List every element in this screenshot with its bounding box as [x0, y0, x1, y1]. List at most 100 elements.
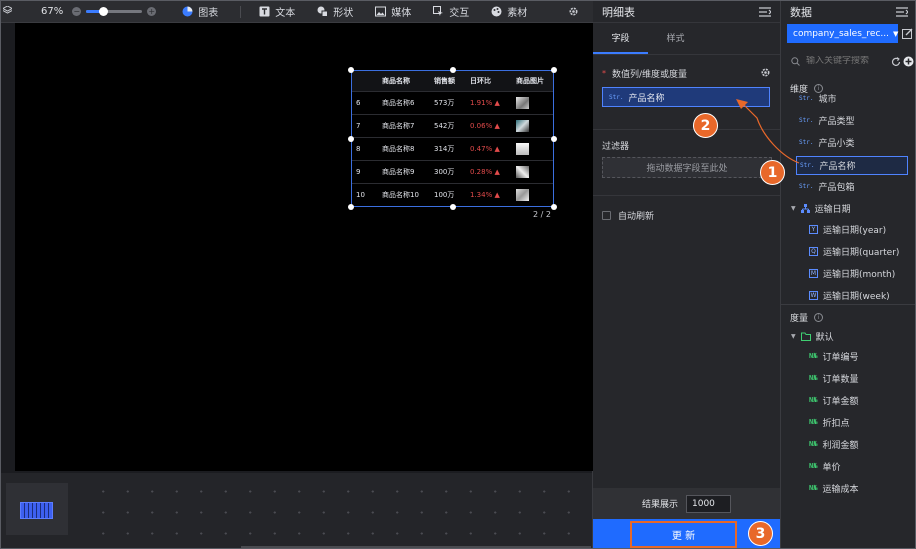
number-type-icon: N№ [809, 418, 818, 426]
toolbar-interact-label: 交互 [449, 8, 470, 19]
filter-title: 过滤器 [602, 142, 630, 152]
resize-handle-ml[interactable] [348, 136, 354, 142]
table-row[interactable]: 7 商品名称7 542万 0.06% ▲ [352, 113, 553, 137]
number-type-icon: N№ [809, 440, 818, 448]
row-change: 0.28% ▲ [466, 159, 512, 183]
auto-refresh-checkbox[interactable] [602, 211, 611, 220]
date-item-year[interactable]: Y 运输日期(year) [809, 221, 886, 237]
interact-icon [433, 6, 444, 16]
row-sales: 542万 [430, 113, 466, 137]
caret-down-icon: ▼ [791, 332, 796, 340]
collapse-panel-icon[interactable] [759, 6, 771, 17]
measure-item-shipping-cost[interactable]: N№ 运输成本 [809, 480, 858, 496]
page-strip [1, 473, 593, 548]
measure-item-profit[interactable]: N№ 利润金额 [809, 436, 858, 452]
toolbar-assets[interactable]: 素材 [491, 4, 527, 19]
row-image [512, 90, 553, 114]
measure-item-order-qty[interactable]: N№ 订单数量 [809, 370, 858, 386]
dot-grid [91, 481, 586, 543]
zoom-in-button[interactable]: + [147, 7, 157, 16]
layers-icon[interactable] [1, 5, 14, 15]
zoom-out-button[interactable]: − [72, 7, 82, 16]
mini-table-preview [20, 502, 53, 519]
auto-refresh-row[interactable]: 自动刷新 [602, 209, 654, 222]
page-thumbnail[interactable] [6, 483, 68, 535]
tab-fields[interactable]: 字段 [593, 31, 648, 54]
date-item-month[interactable]: M 运输日期(month) [809, 265, 895, 281]
row-image [512, 159, 553, 183]
data-panel-header: 数据 [781, 1, 915, 23]
canvas[interactable]: 商品名称 销售额 日环比 商品图片 6 商品名称6 573万 1.91% ▲ 7… [15, 23, 593, 471]
row-index: 7 [352, 113, 378, 137]
detail-tabs: 字段 样式 [593, 23, 780, 55]
row-name: 商品名称6 [378, 90, 430, 114]
zoom-slider[interactable] [86, 7, 143, 16]
measure-item-order-id[interactable]: N№ 订单编号 [809, 348, 858, 364]
settings-icon[interactable] [760, 67, 771, 78]
product-thumbnail [516, 165, 529, 178]
result-label: 结果展示 [641, 500, 678, 510]
field-search[interactable] [791, 52, 889, 70]
string-type-icon: Str. [609, 93, 624, 101]
measure-item-discount[interactable]: N№ 折扣点 [809, 414, 849, 430]
detail-table-widget[interactable]: 商品名称 销售额 日环比 商品图片 6 商品名称6 573万 1.91% ▲ 7… [348, 67, 557, 219]
resize-handle-bm[interactable] [450, 204, 456, 210]
dataset-name: company_sales_rec... [793, 28, 889, 39]
resize-handle-tl[interactable] [348, 67, 354, 73]
row-image [512, 113, 553, 137]
dimension-item-product-name[interactable]: Str. 产品名称 [796, 156, 908, 175]
table-pager[interactable]: 2 / 2 [533, 210, 551, 219]
data-panel: 数据 company_sales_rec... ▼ 维度 i Str. 城市 S… [781, 1, 915, 548]
table-header-index [352, 71, 378, 91]
collapse-panel-icon[interactable] [896, 7, 908, 17]
product-thumbnail [516, 188, 529, 201]
refresh-icon[interactable] [891, 57, 901, 67]
settings-icon[interactable] [568, 6, 579, 17]
table-row[interactable]: 9 商品名称9 300万 0.28% ▲ [352, 159, 553, 183]
measure-item-order-amount[interactable]: N№ 订单金额 [809, 392, 858, 408]
info-icon[interactable]: i [814, 313, 824, 322]
resize-handle-tr[interactable] [551, 67, 557, 73]
date-item-week[interactable]: W 运输日期(week) [809, 287, 890, 303]
resize-handle-mr[interactable] [551, 136, 557, 142]
resize-handle-br[interactable] [551, 204, 557, 210]
fields-section-title: * 数值列/维度或度量 [602, 69, 688, 80]
toolbar-text[interactable]: 文本 [259, 4, 295, 19]
zoom-slider-knob[interactable] [99, 7, 109, 16]
resize-handle-bl[interactable] [348, 204, 354, 210]
search-icon [791, 56, 800, 66]
dimension-item-product-box[interactable]: Str. 产品包箱 [799, 178, 854, 194]
row-image [512, 182, 553, 206]
edit-icon[interactable] [902, 28, 913, 39]
table-header-row: 商品名称 销售额 日环比 商品图片 [352, 71, 553, 91]
product-thumbnail [516, 142, 529, 155]
toolbar-interact[interactable]: 交互 [433, 4, 469, 19]
search-input[interactable] [806, 56, 886, 66]
measure-group-item[interactable]: ▼ 默认 [791, 328, 834, 344]
row-sales: 100万 [430, 182, 466, 206]
tab-style[interactable]: 样式 [648, 31, 703, 54]
table-row[interactable]: 6 商品名称6 573万 1.91% ▲ [352, 90, 553, 114]
add-icon[interactable] [903, 56, 914, 67]
section-divider [781, 304, 915, 305]
palette-icon [491, 6, 502, 17]
toolbar-text-label: 文本 [275, 8, 296, 19]
info-icon[interactable]: i [814, 84, 824, 93]
date-group-item[interactable]: ▼ 运输日期 [791, 200, 851, 216]
date-item-quarter[interactable]: Q 运输日期(quarter) [809, 243, 899, 259]
update-button[interactable]: 更 新 [630, 521, 737, 548]
resize-handle-tm[interactable] [450, 67, 456, 73]
row-name: 商品名称8 [378, 136, 430, 160]
toolbar-shape-label: 形状 [333, 8, 354, 19]
table-header-name: 商品名称 [378, 71, 430, 91]
auto-refresh-label: 自动刷新 [618, 212, 655, 222]
toolbar-chart[interactable]: 图表 [182, 4, 218, 19]
caret-down-icon: ▼ [791, 204, 796, 212]
measure-item-unit-price[interactable]: N№ 单价 [809, 458, 840, 474]
table-row[interactable]: 8 商品名称8 314万 0.47% ▲ [352, 136, 553, 160]
dataset-select[interactable]: company_sales_rec... ▼ [787, 24, 898, 43]
toolbar-media[interactable]: 媒体 [375, 4, 411, 19]
table-row[interactable]: 10 商品名称10 100万 1.34% ▲ [352, 182, 553, 206]
result-limit-input[interactable] [686, 494, 731, 513]
toolbar-shape[interactable]: 形状 [317, 4, 353, 19]
